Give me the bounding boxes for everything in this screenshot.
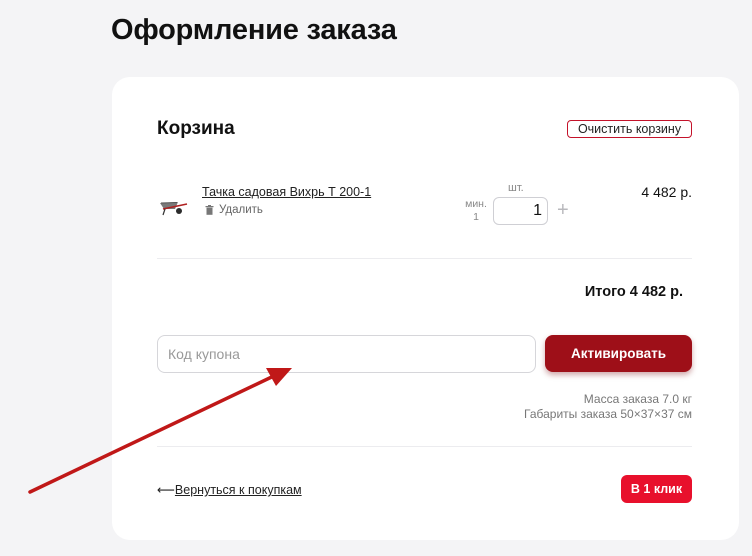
plus-icon[interactable]: + bbox=[557, 199, 569, 221]
min-value: 1 bbox=[473, 211, 479, 223]
divider bbox=[157, 258, 692, 259]
min-label: мин. bbox=[465, 198, 487, 210]
order-mass: Масса заказа 7.0 кг bbox=[583, 392, 692, 406]
clear-cart-button[interactable]: Очистить корзину bbox=[567, 120, 692, 138]
wheelbarrow-icon[interactable] bbox=[157, 194, 189, 218]
back-label: Вернуться к покупкам bbox=[174, 483, 302, 497]
order-dimensions: Габариты заказа 50×37×37 см bbox=[524, 407, 692, 421]
order-total: Итого 4 482 р. bbox=[584, 284, 683, 300]
delete-label: Удалить bbox=[219, 204, 263, 216]
cart-title: Корзина bbox=[157, 118, 235, 139]
min-quantity: мин. 1 bbox=[462, 198, 490, 224]
product-name-link[interactable]: Тачка садовая Вихрь Т 200-1 bbox=[202, 185, 371, 199]
delete-item-button[interactable]: Удалить bbox=[205, 204, 263, 216]
activate-coupon-button[interactable]: Активировать bbox=[545, 335, 692, 372]
divider bbox=[157, 446, 692, 447]
arrow-left-icon: ⟵ bbox=[157, 483, 175, 497]
cart-card: Корзина Очистить корзину Тачка садовая В… bbox=[112, 77, 739, 540]
unit-label: шт. bbox=[508, 182, 524, 194]
order-info: Масса заказа 7.0 кг Габариты заказа 50×3… bbox=[412, 392, 692, 422]
trash-icon bbox=[205, 205, 214, 215]
back-to-shopping-link[interactable]: ⟵Вернуться к покупкам bbox=[157, 482, 302, 497]
coupon-input[interactable]: Код купона bbox=[157, 335, 536, 373]
one-click-button[interactable]: В 1 клик bbox=[621, 475, 692, 503]
quantity-input[interactable]: 1 bbox=[493, 197, 548, 225]
page-title: Оформление заказа bbox=[111, 14, 397, 46]
item-price: 4 482 р. bbox=[641, 184, 692, 200]
